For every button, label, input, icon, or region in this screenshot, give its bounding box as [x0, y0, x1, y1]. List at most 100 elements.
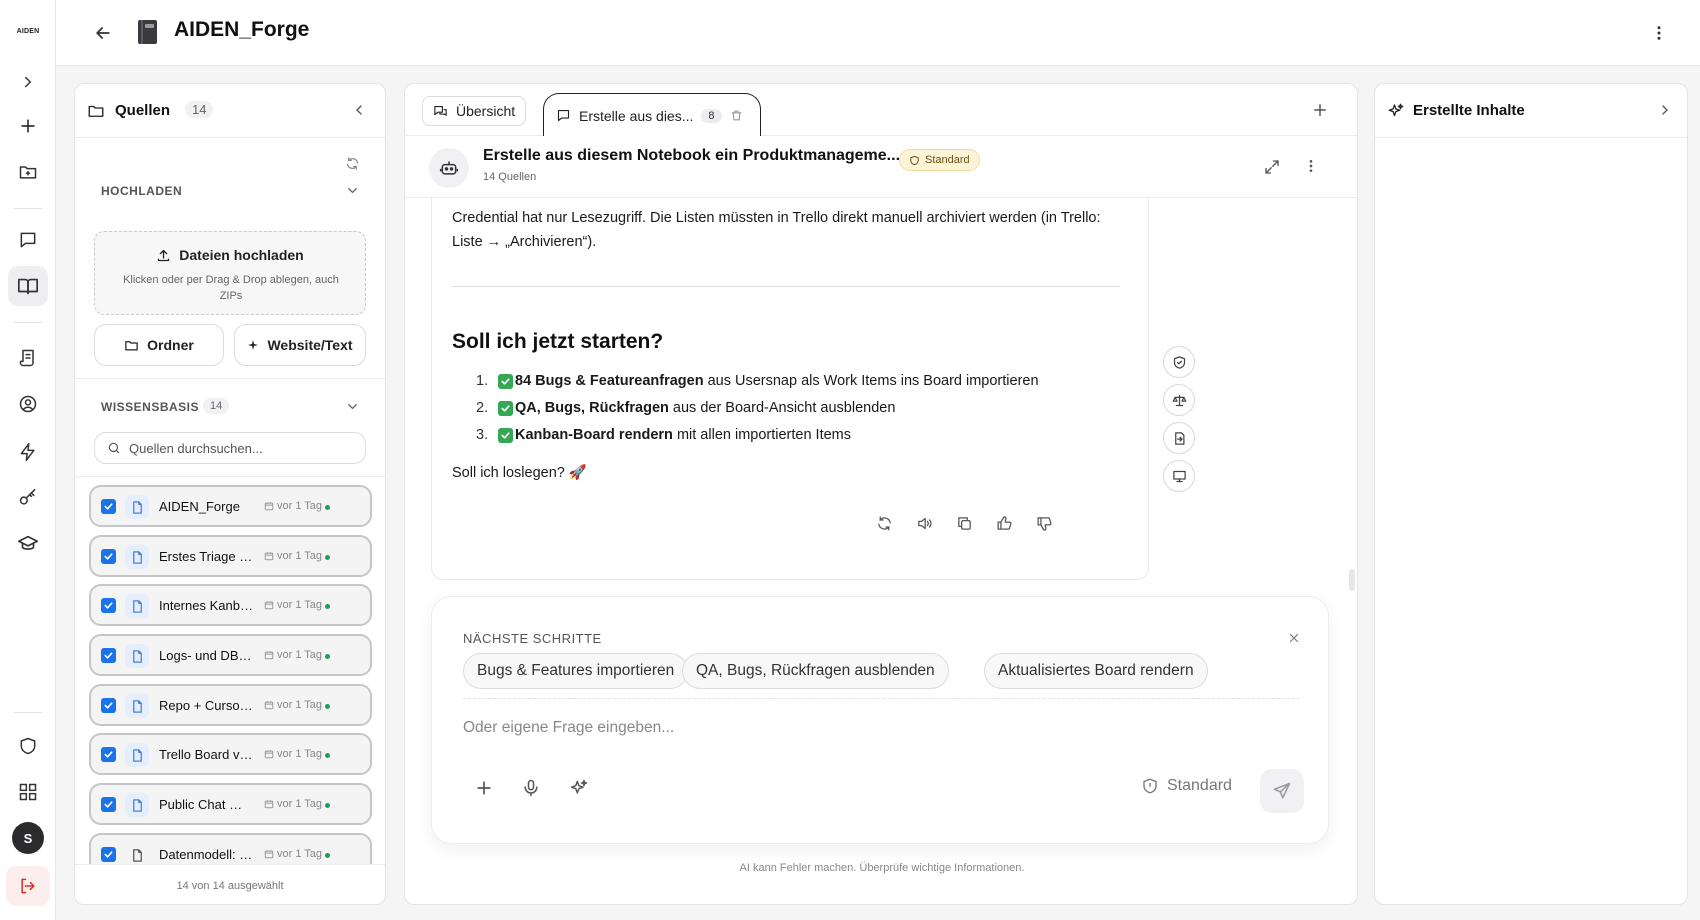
- more-options-button[interactable]: [1646, 20, 1672, 46]
- send-button[interactable]: [1260, 769, 1304, 813]
- check-icon: [104, 503, 113, 510]
- source-search-input[interactable]: [129, 440, 349, 456]
- upload-icon: [158, 249, 170, 261]
- expand-sidebar-button[interactable]: [8, 62, 48, 102]
- compare-button[interactable]: [1163, 384, 1195, 416]
- chevron-right-icon: [25, 76, 31, 88]
- app-logo[interactable]: AIDEN: [8, 28, 48, 35]
- source-checkbox[interactable]: [101, 648, 116, 663]
- notebooks-nav-button[interactable]: [8, 266, 48, 306]
- delete-chat-button[interactable]: [730, 109, 743, 122]
- privacy-nav-button[interactable]: [8, 726, 48, 766]
- check-box-icon: [498, 428, 513, 443]
- verify-button[interactable]: [1163, 346, 1195, 378]
- read-aloud-button[interactable]: [916, 515, 933, 532]
- calendar-icon: [264, 749, 274, 759]
- sparkle-icon: [248, 340, 259, 350]
- check-box-icon: [498, 374, 513, 389]
- source-checkbox[interactable]: [101, 797, 116, 812]
- new-folder-button[interactable]: [8, 152, 48, 192]
- source-name: Logs- und DB-Zugriff: [159, 648, 253, 663]
- step-number: 2.: [476, 400, 489, 416]
- plus-icon: [21, 119, 35, 133]
- credentials-nav-button[interactable]: [8, 478, 48, 518]
- toggle-knowledge-base[interactable]: [345, 399, 360, 414]
- source-updated: vor 1 Tag: [277, 500, 323, 512]
- source-item[interactable]: Erstes Triage Meeting vor 1 Tag: [89, 535, 372, 577]
- presentation-button[interactable]: [1163, 460, 1195, 492]
- chat-input[interactable]: [463, 715, 1243, 741]
- source-checkbox[interactable]: [101, 698, 116, 713]
- book-open-icon: [18, 278, 38, 295]
- source-item[interactable]: Internes Kanban Board vor 1 Tag: [89, 584, 372, 626]
- source-updated: vor 1 Tag: [277, 649, 323, 661]
- chat-bubbles-icon: [434, 105, 447, 116]
- automations-nav-button[interactable]: [8, 432, 48, 472]
- check-icon: [104, 702, 113, 709]
- new-notebook-button[interactable]: [8, 106, 48, 146]
- source-search[interactable]: [94, 432, 366, 464]
- sync-status-dot: [325, 555, 330, 560]
- source-item[interactable]: Logs- und DB-Zugriff vor 1 Tag: [89, 634, 372, 676]
- expand-generated-content-button[interactable]: [1657, 102, 1673, 118]
- toggle-upload-section[interactable]: [345, 183, 360, 198]
- magic-prompt-button[interactable]: [569, 778, 589, 798]
- copy-button[interactable]: [956, 515, 973, 532]
- file-export-icon: [1174, 431, 1184, 445]
- document-icon: [125, 495, 149, 519]
- source-item[interactable]: Trello Board verbinden vor 1 Tag: [89, 733, 372, 775]
- source-checkbox[interactable]: [101, 549, 116, 564]
- source-item[interactable]: Public Chat Widget vor 1 Tag: [89, 783, 372, 825]
- thumbs-up-button[interactable]: [996, 515, 1013, 532]
- source-checkbox[interactable]: [101, 847, 116, 862]
- voice-input-button[interactable]: [521, 778, 541, 798]
- export-button[interactable]: [1163, 422, 1195, 454]
- back-button[interactable]: [90, 20, 116, 46]
- suggestion-chip[interactable]: QA, Bugs, Rückfragen ausblenden: [682, 653, 949, 689]
- source-checkbox[interactable]: [101, 598, 116, 613]
- chat-scrollbar[interactable]: [1349, 569, 1355, 591]
- ai-disclaimer: AI kann Fehler machen. Überprüfe wichtig…: [739, 862, 1025, 874]
- expand-chat-button[interactable]: [1263, 158, 1281, 176]
- apps-nav-button[interactable]: [8, 772, 48, 812]
- tab-overview[interactable]: Übersicht: [422, 96, 527, 126]
- folder-upload-button[interactable]: Ordner: [94, 324, 224, 366]
- source-item[interactable]: Repo + Cursor Setup vor 1 Tag: [89, 684, 372, 726]
- arrow-left-icon: [96, 27, 110, 39]
- mode-selector[interactable]: Standard: [1141, 777, 1232, 795]
- website-text-button[interactable]: Website/Text: [234, 324, 366, 366]
- agents-nav-button[interactable]: [8, 384, 48, 424]
- scale-icon: [1172, 394, 1186, 406]
- collapse-sources-button[interactable]: [351, 102, 367, 118]
- close-suggestions-button[interactable]: [1287, 631, 1301, 645]
- check-icon: [104, 851, 113, 858]
- chevron-left-icon: [356, 105, 362, 115]
- chat-more-button[interactable]: [1303, 158, 1319, 174]
- regenerate-button[interactable]: [876, 515, 893, 532]
- source-name: Datenmodell: Usersnap: [159, 847, 253, 862]
- suggestion-chip[interactable]: Bugs & Features importieren: [463, 653, 689, 689]
- message-question: Soll ich loslegen? 🚀: [452, 464, 587, 482]
- logout-button[interactable]: [6, 866, 50, 906]
- refresh-sources-button[interactable]: [345, 156, 360, 171]
- academy-nav-button[interactable]: [8, 524, 48, 564]
- new-tab-button[interactable]: [1311, 101, 1329, 119]
- logout-icon: [21, 878, 35, 894]
- source-name: Trello Board verbinden: [159, 747, 253, 762]
- source-checkbox[interactable]: [101, 499, 116, 514]
- sync-status-dot: [325, 505, 330, 510]
- tab-active-chat[interactable]: Erstelle aus dies... 8: [543, 93, 761, 137]
- chat-nav-button[interactable]: [8, 220, 48, 260]
- source-checkbox[interactable]: [101, 747, 116, 762]
- thumbs-down-button[interactable]: [1036, 515, 1053, 532]
- attach-button[interactable]: [474, 778, 494, 798]
- key-icon: [19, 488, 36, 505]
- source-item[interactable]: AIDEN_Forge vor 1 Tag: [89, 485, 372, 527]
- step-title: QA, Bugs, Rückfragen: [515, 400, 669, 416]
- documents-nav-button[interactable]: [8, 338, 48, 378]
- upload-dropzone[interactable]: Dateien hochladen Klicken oder per Drag …: [94, 231, 366, 315]
- source-updated: vor 1 Tag: [277, 550, 323, 562]
- chevron-down-icon: [348, 404, 357, 410]
- user-avatar[interactable]: S: [12, 822, 44, 854]
- suggestion-chip[interactable]: Aktualisiertes Board rendern: [984, 653, 1208, 689]
